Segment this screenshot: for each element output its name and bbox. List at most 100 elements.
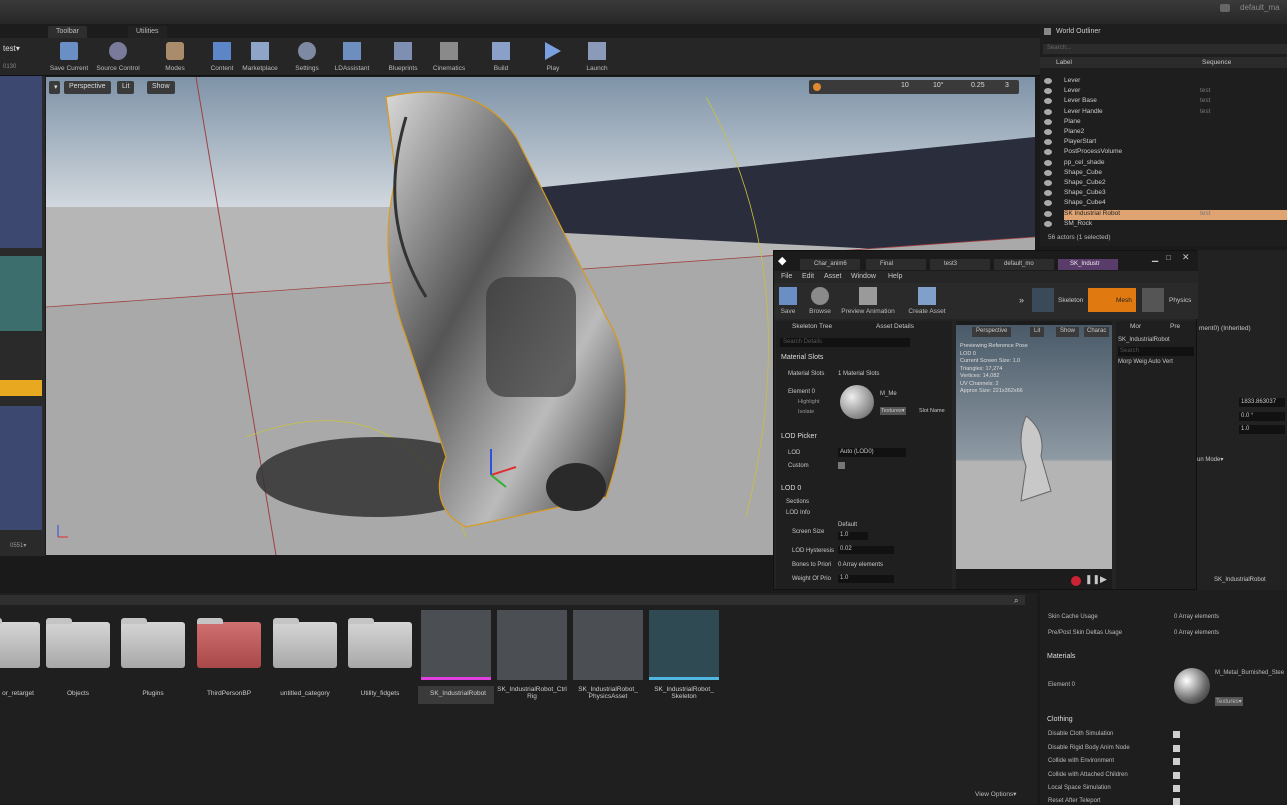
visibility-eye-icon[interactable]: [1044, 118, 1052, 125]
folder-thirdpersonbp[interactable]: [197, 618, 261, 668]
sections-label[interactable]: Sections: [786, 499, 809, 505]
visibility-eye-icon[interactable]: [1044, 210, 1052, 217]
morph-col-morph[interactable]: Morp: [1118, 359, 1132, 365]
clothing-checkbox[interactable]: [1173, 772, 1180, 779]
content-search-bar[interactable]: [0, 595, 1025, 605]
skeleton-mode-icon[interactable]: [1032, 288, 1054, 312]
preview-viewport[interactable]: Perspective Lit Show Charac Previewing R…: [956, 321, 1112, 589]
user-icon[interactable]: [1220, 4, 1230, 12]
mode-dropdown[interactable]: un Mode▾: [1197, 456, 1223, 463]
value-field-1[interactable]: 1833.863037: [1239, 398, 1285, 407]
outliner-row[interactable]: Shape_Cube: [1044, 169, 1287, 179]
preview-lit-button[interactable]: Lit: [1030, 327, 1045, 337]
asset-ctrl-rig[interactable]: [497, 610, 567, 680]
value-field-3[interactable]: 1.0: [1239, 425, 1285, 434]
tab-toolbar[interactable]: Toolbar: [48, 26, 87, 38]
highlight-checkbox[interactable]: Highlight: [798, 399, 819, 405]
material-name[interactable]: M_Me: [880, 391, 897, 397]
screen-size-input[interactable]: 1.0: [838, 532, 868, 540]
material-sphere-thumbnail[interactable]: [1174, 668, 1210, 704]
physics-mode-icon[interactable]: [1142, 288, 1164, 312]
source-control-button[interactable]: Source Control: [95, 40, 141, 74]
visibility-eye-icon[interactable]: [1044, 180, 1052, 186]
outliner-row[interactable]: SM_Rock: [1044, 220, 1287, 230]
browse-button[interactable]: Browse: [800, 285, 840, 319]
morph-search-input[interactable]: Search: [1118, 347, 1194, 356]
custom-checkbox[interactable]: [838, 462, 845, 469]
clothing-checkbox[interactable]: [1173, 745, 1180, 752]
save-current-button[interactable]: Save Current: [46, 40, 92, 74]
perspective-button[interactable]: Perspective: [64, 81, 111, 94]
materials-header[interactable]: Materials: [1047, 653, 1075, 660]
menu-asset[interactable]: Asset: [824, 273, 842, 280]
viewport-menu-button[interactable]: ▾: [49, 81, 60, 94]
view-options-button[interactable]: View Options▾: [975, 790, 1016, 798]
textures-dropdown[interactable]: Textures▾: [880, 407, 906, 415]
preview-character-button[interactable]: Charac: [1084, 327, 1110, 337]
details-search-input[interactable]: Search Details: [780, 338, 910, 347]
create-asset-button[interactable]: Create Asset: [904, 285, 950, 319]
launch-button[interactable]: Launch: [574, 40, 620, 74]
outliner-row[interactable]: pp_cel_shade: [1044, 159, 1287, 169]
outliner-row[interactable]: Lever: [1044, 77, 1287, 87]
tab-default-mo[interactable]: default_mo: [994, 259, 1054, 270]
tab-preview[interactable]: Pre: [1170, 323, 1180, 330]
material-slots-header[interactable]: Material Slots: [781, 354, 823, 361]
close-icon[interactable]: ✕: [1182, 252, 1190, 263]
outliner-row[interactable]: PlayerStart: [1044, 138, 1287, 148]
grid-snap-value[interactable]: 10: [901, 82, 909, 89]
minimize-icon[interactable]: ▁: [1152, 253, 1158, 262]
col-label[interactable]: Label: [1056, 59, 1072, 66]
textures-dropdown[interactable]: Textures▾: [1215, 697, 1243, 706]
scale-snap-value[interactable]: 0.25: [971, 82, 985, 89]
show-button[interactable]: Show: [147, 81, 175, 94]
rotation-snap-value[interactable]: 10°: [933, 82, 944, 89]
level-dropdown[interactable]: test▾: [3, 44, 20, 53]
lod-picker-header[interactable]: LOD Picker: [781, 433, 817, 440]
morph-col-weight[interactable]: Weig: [1133, 359, 1147, 365]
col-sequence[interactable]: Sequence: [1202, 59, 1231, 66]
morph-col-vert[interactable]: Vert: [1162, 359, 1173, 365]
preview-show-button[interactable]: Show: [1056, 327, 1080, 337]
visibility-eye-icon[interactable]: [1044, 220, 1052, 227]
tab-test3[interactable]: test3: [930, 259, 990, 270]
morph-col-auto[interactable]: Auto: [1148, 359, 1160, 365]
visibility-eye-icon[interactable]: [1044, 159, 1052, 166]
clothing-checkbox[interactable]: [1173, 758, 1180, 765]
outliner-row[interactable]: Lever Handle test: [1044, 108, 1287, 118]
tab-asset-details[interactable]: Asset Details: [876, 323, 914, 330]
isolate-checkbox[interactable]: Isolate: [798, 409, 814, 415]
outliner-row[interactable]: Shape_Cube4: [1044, 199, 1287, 209]
outliner-search-input[interactable]: Search...: [1043, 44, 1287, 54]
value-field-2[interactable]: 0.0 °: [1239, 412, 1285, 421]
lod-info-label[interactable]: LOD Info: [786, 510, 810, 516]
mesh-mode-button[interactable]: Mesh: [1088, 288, 1136, 312]
folder-utility-fidgets[interactable]: [348, 618, 412, 668]
lit-button[interactable]: Lit: [117, 81, 135, 94]
clothing-checkbox[interactable]: [1173, 785, 1180, 792]
play-forward-icon[interactable]: ▶: [1100, 574, 1107, 585]
pause-icon[interactable]: ❚❚: [1085, 574, 1100, 585]
tab-char-anim[interactable]: Char_anim6: [800, 259, 860, 270]
clothing-header[interactable]: Clothing: [1047, 716, 1073, 723]
menu-window[interactable]: Window: [851, 273, 876, 280]
outliner-row[interactable]: Lever test: [1044, 87, 1287, 97]
material-thumbnail[interactable]: [840, 385, 874, 419]
tab-skeleton-tree[interactable]: Skeleton Tree: [792, 323, 832, 330]
preview-animation-button[interactable]: Preview Animation: [838, 285, 898, 319]
visibility-eye-icon[interactable]: [1044, 108, 1052, 115]
cinematics-button[interactable]: Cinematics: [426, 40, 472, 74]
chevron-right-icon[interactable]: »: [1019, 295, 1024, 305]
marketplace-button[interactable]: Marketplace: [237, 40, 283, 74]
play-button[interactable]: Play: [530, 40, 576, 74]
lod-dropdown[interactable]: Auto (LOD0): [838, 448, 906, 457]
visibility-eye-icon[interactable]: [1044, 78, 1052, 84]
folder-or-retarget[interactable]: [0, 618, 40, 668]
search-icon[interactable]: ⌕: [1014, 596, 1018, 606]
preview-perspective-button[interactable]: Perspective: [972, 327, 1012, 337]
settings-button[interactable]: Settings: [284, 40, 330, 74]
clothing-checkbox[interactable]: [1173, 731, 1180, 738]
tab-sk-industrial[interactable]: SK_Industr: [1058, 259, 1118, 270]
weight-prio-input[interactable]: 1.0: [838, 575, 894, 583]
tab-final[interactable]: Final: [866, 259, 926, 270]
